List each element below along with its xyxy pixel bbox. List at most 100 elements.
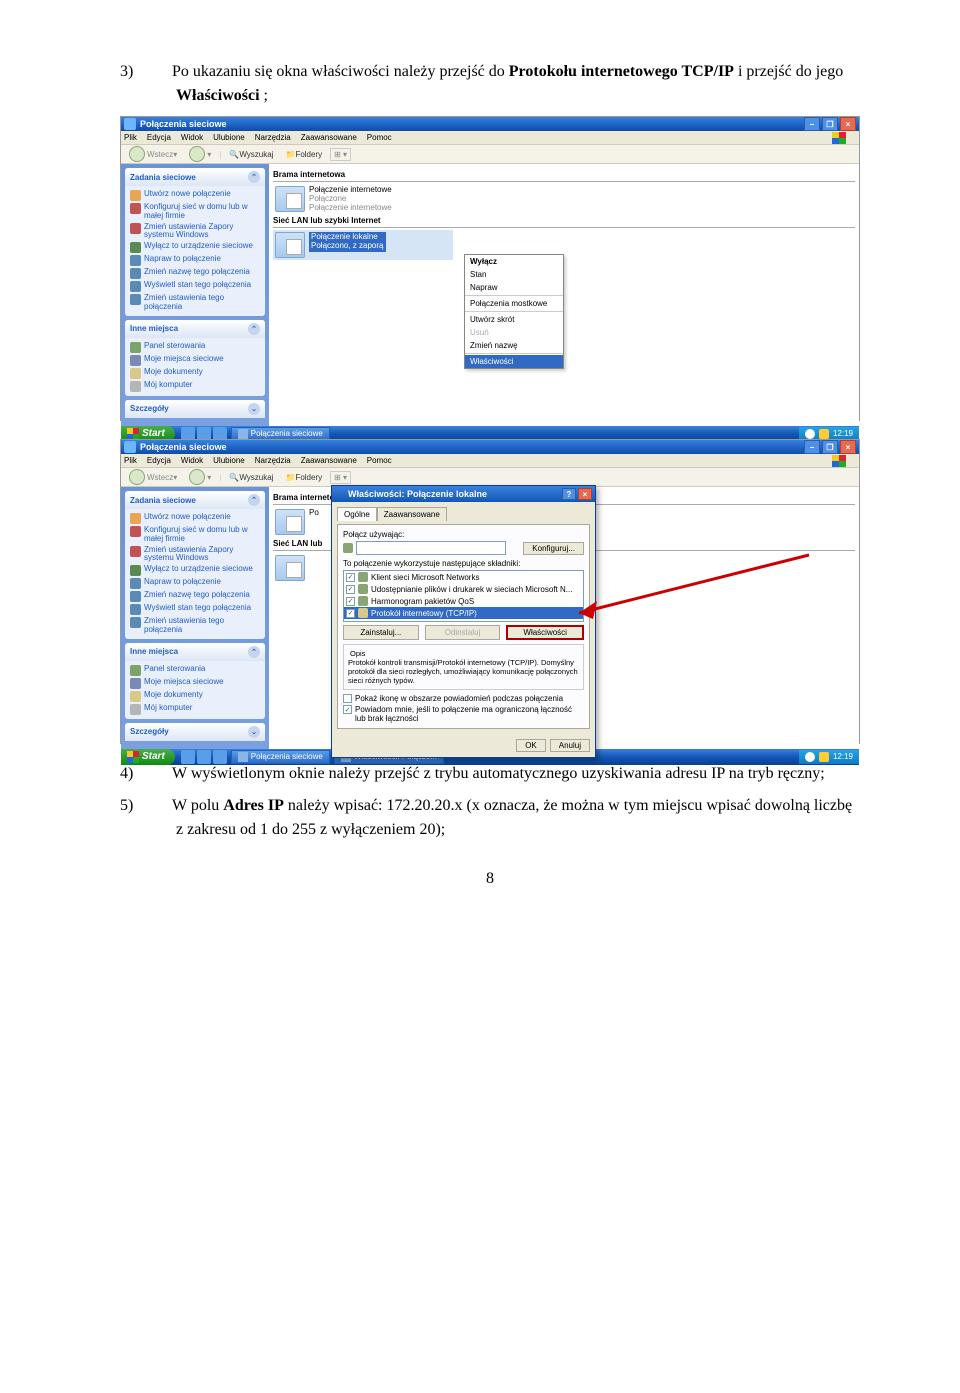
ctx-repair[interactable]: Napraw (465, 281, 563, 294)
task-item[interactable]: Utwórz nowe połączenie (130, 512, 260, 525)
checkbox-icon[interactable] (346, 573, 355, 582)
install-button[interactable]: Zainstaluj... (343, 625, 419, 640)
quicklaunch-icon[interactable] (181, 750, 195, 764)
component-item-tcpip[interactable]: Protokół internetowy (TCP/IP) (344, 607, 583, 619)
menu-favorites[interactable]: Ulubione (213, 133, 245, 142)
checkbox-notify[interactable] (343, 705, 352, 714)
connection-local[interactable]: Połączenie lokalne Połączono, z zaporą (273, 230, 453, 260)
other-item[interactable]: Moje miejsca sieciowe (130, 677, 260, 690)
back-button[interactable]: Wstecz ▾ (125, 468, 181, 486)
other-item[interactable]: Mój komputer (130, 703, 260, 716)
forward-button[interactable]: ▾ (185, 145, 215, 163)
tab-advanced[interactable]: Zaawansowane (377, 507, 447, 521)
menu-advanced[interactable]: Zaawansowane (301, 133, 357, 142)
other-places-header[interactable]: Inne miejsca⌃ (125, 320, 265, 338)
component-item[interactable]: Klient sieci Microsoft Networks (344, 571, 583, 583)
ok-button[interactable]: OK (516, 739, 546, 752)
checkbox-icon[interactable] (346, 585, 355, 594)
ctx-disable[interactable]: Wyłącz (465, 255, 563, 268)
menu-favorites[interactable]: Ulubione (213, 456, 245, 465)
components-list[interactable]: Klient sieci Microsoft Networks Udostępn… (343, 570, 584, 622)
task-item[interactable]: Zmień nazwę tego połączenia (130, 590, 260, 603)
views-button[interactable]: ⊞ ▾ (330, 471, 351, 484)
views-button[interactable]: ⊞ ▾ (330, 148, 351, 161)
menu-view[interactable]: Widok (181, 456, 203, 465)
checkbox-icon[interactable] (346, 609, 355, 618)
menu-edit[interactable]: Edycja (147, 456, 171, 465)
task-item[interactable]: Napraw to połączenie (130, 577, 260, 590)
properties-button[interactable]: Właściwości (506, 625, 584, 640)
other-item[interactable]: Moje dokumenty (130, 367, 260, 380)
ctx-rename[interactable]: Zmień nazwę (465, 339, 563, 352)
menu-help[interactable]: Pomoc (367, 133, 392, 142)
close-button[interactable]: × (840, 117, 856, 131)
quicklaunch-icon[interactable] (213, 750, 227, 764)
task-item[interactable]: Wyświetl stan tego połączenia (130, 603, 260, 616)
task-item[interactable]: Utwórz nowe połączenie (130, 189, 260, 202)
uninstall-button[interactable]: Odinstaluj (425, 625, 501, 640)
adapter-field[interactable] (356, 541, 506, 555)
taskbar-app[interactable]: Połączenia sieciowe (231, 750, 330, 764)
other-places-header[interactable]: Inne miejsca⌃ (125, 643, 265, 661)
tray-icon[interactable] (805, 429, 815, 439)
search-button[interactable]: 🔍 Wyszukaj (225, 149, 277, 160)
network-tasks-header[interactable]: Zadania sieciowe⌃ (125, 491, 265, 509)
other-item[interactable]: Moje miejsca sieciowe (130, 354, 260, 367)
menu-file[interactable]: Plik (124, 456, 137, 465)
cancel-button[interactable]: Anuluj (550, 739, 590, 752)
ctx-shortcut[interactable]: Utwórz skrót (465, 313, 563, 326)
other-item[interactable]: Panel sterowania (130, 341, 260, 354)
task-item[interactable]: Wyłącz to urządzenie sieciowe (130, 241, 260, 254)
menu-tools[interactable]: Narzędzia (255, 133, 291, 142)
other-item[interactable]: Moje dokumenty (130, 690, 260, 703)
quicklaunch-icon[interactable] (197, 750, 211, 764)
ctx-status[interactable]: Stan (465, 268, 563, 281)
menu-help[interactable]: Pomoc (367, 456, 392, 465)
ctx-bridge[interactable]: Połączenia mostkowe (465, 297, 563, 310)
task-item[interactable]: Wyłącz to urządzenie sieciowe (130, 564, 260, 577)
forward-button[interactable]: ▾ (185, 468, 215, 486)
menu-tools[interactable]: Narzędzia (255, 456, 291, 465)
folders-button[interactable]: 📁 Foldery (281, 472, 326, 483)
ctx-properties[interactable]: Właściwości (465, 355, 563, 368)
minimize-button[interactable]: − (804, 117, 820, 131)
menu-edit[interactable]: Edycja (147, 133, 171, 142)
menu-file[interactable]: Plik (124, 133, 137, 142)
task-item[interactable]: Napraw to połączenie (130, 254, 260, 267)
task-item[interactable]: Konfiguruj sieć w domu lub w małej firmi… (130, 202, 260, 222)
task-item[interactable]: Zmień ustawienia Zapory systemu Windows (130, 545, 260, 565)
task-item[interactable]: Zmień nazwę tego połączenia (130, 267, 260, 280)
search-button[interactable]: 🔍 Wyszukaj (225, 472, 277, 483)
tray-icon[interactable] (805, 752, 815, 762)
task-item[interactable]: Konfiguruj sieć w domu lub w małej firmi… (130, 525, 260, 545)
close-button[interactable]: × (840, 440, 856, 454)
component-item[interactable]: Udostępnianie plików i drukarek w siecia… (344, 583, 583, 595)
tray-icon[interactable] (819, 429, 829, 439)
maximize-button[interactable]: ❐ (822, 440, 838, 454)
dialog-close-button[interactable]: × (578, 488, 592, 500)
tab-general[interactable]: Ogólne (337, 507, 377, 521)
tray-icon[interactable] (819, 752, 829, 762)
folders-button[interactable]: 📁 Foldery (281, 149, 326, 160)
configure-button[interactable]: Konfiguruj... (523, 542, 584, 555)
start-button[interactable]: Start (121, 749, 175, 765)
task-item[interactable]: Zmień ustawienia Zapory systemu Windows (130, 222, 260, 242)
checkbox-icon[interactable] (346, 597, 355, 606)
task-item[interactable]: Zmień ustawienia tego połączenia (130, 616, 260, 636)
other-item[interactable]: Mój komputer (130, 380, 260, 393)
maximize-button[interactable]: ❐ (822, 117, 838, 131)
menu-view[interactable]: Widok (181, 133, 203, 142)
component-item[interactable]: Harmonogram pakietów QoS (344, 595, 583, 607)
details-header[interactable]: Szczegóły⌄ (125, 400, 265, 418)
other-item[interactable]: Panel sterowania (130, 664, 260, 677)
task-item[interactable]: Wyświetl stan tego połączenia (130, 280, 260, 293)
details-header[interactable]: Szczegóły⌄ (125, 723, 265, 741)
network-tasks-header[interactable]: Zadania sieciowe⌃ (125, 168, 265, 186)
minimize-button[interactable]: − (804, 440, 820, 454)
connection-internet[interactable]: Połączenie internetowe Połączone Połącze… (273, 184, 855, 214)
back-button[interactable]: Wstecz ▾ (125, 145, 181, 163)
menu-advanced[interactable]: Zaawansowane (301, 456, 357, 465)
checkbox-show-icon[interactable] (343, 694, 352, 703)
task-item[interactable]: Zmień ustawienia tego połączenia (130, 293, 260, 313)
dialog-help-button[interactable]: ? (562, 488, 576, 500)
